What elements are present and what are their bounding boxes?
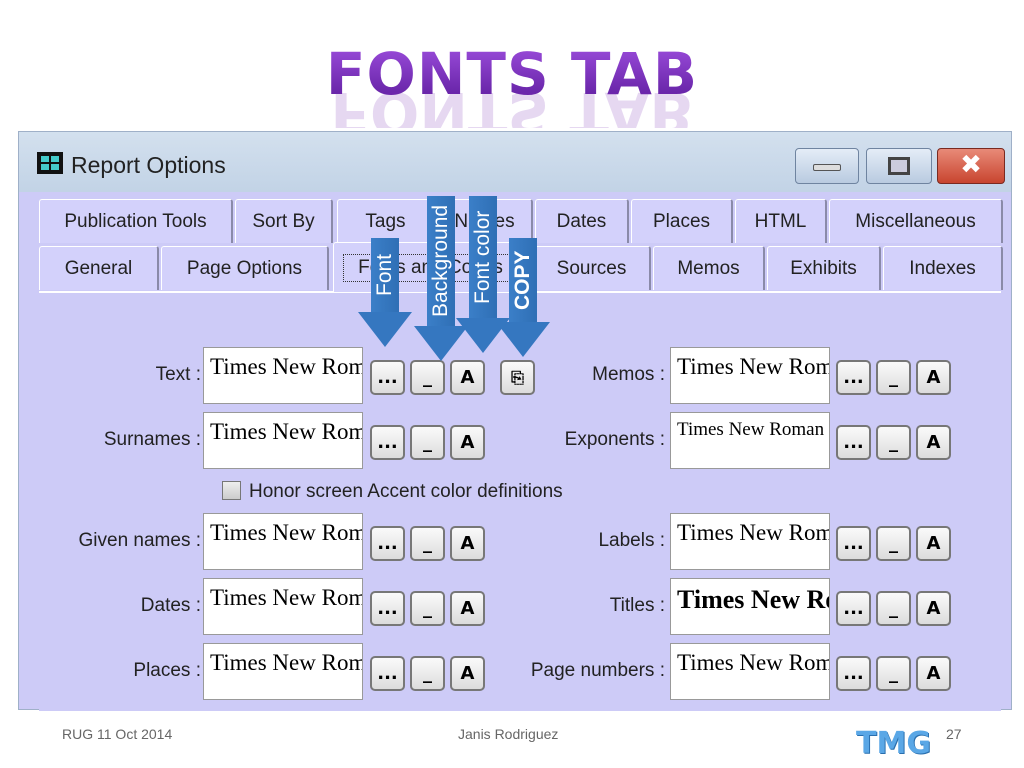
tab-publication-tools[interactable]: Publication Tools bbox=[39, 199, 233, 243]
font-button[interactable]: ... bbox=[836, 656, 871, 691]
font-button[interactable]: ... bbox=[370, 360, 405, 395]
background-button[interactable]: _ bbox=[410, 656, 445, 691]
font-button[interactable]: ... bbox=[836, 591, 871, 626]
field-label: Labels : bbox=[598, 530, 665, 551]
font-name-field[interactable]: Times New Roman bbox=[203, 643, 363, 700]
font-button[interactable]: ... bbox=[370, 425, 405, 460]
field-label: Surnames : bbox=[103, 429, 201, 450]
callout-copy: COPY bbox=[496, 238, 550, 357]
tab-label: Exhibits bbox=[790, 257, 857, 279]
font-button[interactable]: ... bbox=[370, 656, 405, 691]
tab-indexes[interactable]: Indexes bbox=[883, 246, 1003, 290]
font-name-field[interactable]: Times New Roman bbox=[670, 513, 830, 570]
font-button[interactable]: ... bbox=[370, 591, 405, 626]
tmg-logo: TMG bbox=[856, 726, 931, 761]
font-button[interactable]: ... bbox=[836, 425, 871, 460]
window-title: Report Options bbox=[71, 152, 226, 178]
minimize-icon bbox=[813, 164, 841, 171]
font-name-field[interactable]: Times New Roman bbox=[203, 412, 363, 469]
background-button[interactable]: _ bbox=[410, 591, 445, 626]
background-button[interactable]: _ bbox=[410, 526, 445, 561]
background-button[interactable]: _ bbox=[876, 360, 911, 395]
font-name-field[interactable]: Times New Roman bbox=[670, 578, 830, 635]
font-color-button[interactable]: A bbox=[916, 360, 951, 395]
font-color-button[interactable]: A bbox=[916, 656, 951, 691]
field-label: Text : bbox=[155, 364, 201, 385]
tab-dates[interactable]: Dates bbox=[535, 199, 629, 243]
tab-label: General bbox=[64, 257, 133, 279]
font-button[interactable]: ... bbox=[370, 526, 405, 561]
field-label: Places : bbox=[133, 660, 201, 681]
report-grid-icon bbox=[37, 152, 63, 174]
background-button[interactable]: _ bbox=[876, 656, 911, 691]
font-name-field[interactable]: Times New Roman bbox=[670, 347, 830, 404]
background-button[interactable]: _ bbox=[410, 425, 445, 460]
font-color-button[interactable]: A bbox=[916, 425, 951, 460]
arrow-down-icon bbox=[496, 322, 550, 357]
font-color-button[interactable]: A bbox=[916, 526, 951, 561]
callout-text: Font bbox=[371, 238, 399, 312]
report-options-window: Report Options ✖ Text :Times New Roman..… bbox=[18, 131, 1012, 711]
footer-author: Janis Rodriguez bbox=[458, 726, 559, 742]
callout-font: Font bbox=[358, 238, 412, 347]
tab-memos[interactable]: Memos bbox=[653, 246, 765, 290]
field-label: Titles : bbox=[609, 595, 665, 616]
background-button[interactable]: _ bbox=[876, 591, 911, 626]
font-name-field[interactable]: Times New Roman bbox=[203, 347, 363, 404]
tab-label: Sources bbox=[556, 257, 627, 279]
honor-accent-checkbox[interactable] bbox=[222, 481, 241, 500]
tab-places[interactable]: Places bbox=[631, 199, 733, 243]
tab-page-options[interactable]: Page Options bbox=[161, 246, 329, 290]
tab-sort-by[interactable]: Sort By bbox=[235, 199, 333, 243]
font-button[interactable]: ... bbox=[836, 526, 871, 561]
tab-general[interactable]: General bbox=[39, 246, 159, 290]
tab-label: Memos bbox=[677, 257, 740, 279]
tab-label: Page Options bbox=[186, 257, 303, 279]
tab-exhibits[interactable]: Exhibits bbox=[767, 246, 881, 290]
arrow-down-icon bbox=[358, 312, 412, 347]
font-name-field[interactable]: Times New Roman bbox=[670, 643, 830, 700]
font-button[interactable]: ... bbox=[836, 360, 871, 395]
close-icon: ✖ bbox=[960, 150, 982, 180]
close-button[interactable]: ✖ bbox=[937, 148, 1005, 184]
background-button[interactable]: _ bbox=[876, 526, 911, 561]
tab-label: Indexes bbox=[909, 257, 976, 279]
title-bar: Report Options ✖ bbox=[19, 132, 1011, 192]
tab-html[interactable]: HTML bbox=[735, 199, 827, 243]
minimize-button[interactable] bbox=[795, 148, 859, 184]
field-label: Dates : bbox=[140, 595, 201, 616]
field-label: Given names : bbox=[78, 530, 202, 551]
slide-title-reflection: FONTS TAB bbox=[330, 92, 694, 128]
maximize-button[interactable] bbox=[866, 148, 932, 184]
font-name-field[interactable]: Times New Roman bbox=[203, 513, 363, 570]
checkbox-label: Honor screen Accent color definitions bbox=[249, 481, 563, 502]
font-name-field[interactable]: Times New Roman bbox=[670, 412, 830, 469]
font-name-field[interactable]: Times New Roman bbox=[203, 578, 363, 635]
footer-date: RUG 11 Oct 2014 bbox=[62, 726, 173, 742]
background-button[interactable]: _ bbox=[876, 425, 911, 460]
callout-text: Background bbox=[427, 196, 455, 326]
callout-text: COPY bbox=[509, 238, 537, 322]
callout-text: Font color bbox=[469, 196, 497, 318]
maximize-icon bbox=[888, 157, 910, 175]
tab-miscellaneous[interactable]: Miscellaneous bbox=[829, 199, 1003, 243]
font-color-button[interactable]: A bbox=[916, 591, 951, 626]
tab-sources[interactable]: Sources bbox=[533, 246, 651, 290]
background-button[interactable]: _ bbox=[410, 360, 445, 395]
field-label: Memos : bbox=[592, 364, 665, 385]
page-number: 27 bbox=[946, 726, 962, 742]
field-label: Page numbers : bbox=[530, 660, 665, 681]
field-label: Exponents : bbox=[564, 429, 665, 450]
